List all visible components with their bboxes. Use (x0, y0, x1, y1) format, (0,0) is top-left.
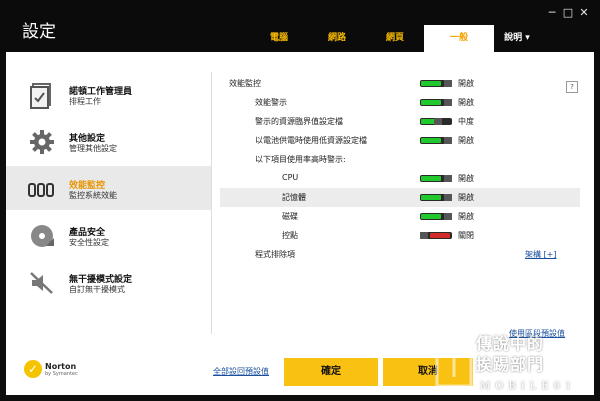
tab-computer[interactable]: 電腦 (250, 25, 308, 52)
norton-brand: Norton (45, 361, 77, 371)
tab-help[interactable]: 說明 ▾ (494, 25, 540, 52)
norton-brand-sub: by Symantec (45, 370, 78, 377)
reset-all-link[interactable]: 全部設回預設值 (213, 366, 269, 377)
task-manager-icon (30, 83, 51, 109)
norton-logo: ✓ Norton by Symantec (24, 360, 78, 378)
setting-label: 效能警示 (255, 98, 287, 107)
configure-link[interactable]: 架構 [+] (525, 249, 557, 260)
minimize-icon[interactable]: ─ (546, 7, 558, 19)
tab-web[interactable]: 網頁 (366, 25, 424, 52)
setting-state: 開啟 (458, 212, 474, 221)
setting-label: 以電池供電時使用低資源設定檔 (255, 136, 367, 145)
help-icon[interactable]: ? (566, 81, 578, 93)
setting-row-exclusions: 程式排除項 架構 [+] (220, 245, 580, 264)
setting-state: 開啟 (458, 174, 474, 183)
sidebar-item-silent-mode[interactable]: 無干擾模式設定 自訂無干擾模式 (6, 260, 211, 304)
setting-row-alert-header: 以下項目使用率高時警示: (220, 150, 580, 169)
window-controls: ─ □ ✕ (546, 7, 590, 19)
setting-state: 開啟 (458, 193, 474, 202)
tab-network[interactable]: 網路 (308, 25, 366, 52)
sidebar-item-subtitle: 自訂無干擾模式 (69, 285, 125, 294)
cancel-button[interactable]: 取消 (383, 358, 473, 386)
setting-label: 警示的資源臨界值設定檔 (255, 117, 343, 126)
sidebar: 諾頓工作管理員 排程工作 其他設定 管理其他設定 效能監控 監控系統效能 產品安… (6, 72, 211, 307)
sidebar-item-other-settings[interactable]: 其他設定 管理其他設定 (6, 119, 211, 163)
title-bar: 設定 ─ □ ✕ 電腦 網路 網頁 一般 說明 ▾ (0, 0, 600, 52)
silent-mode-icon (30, 272, 53, 294)
sidebar-item-performance[interactable]: 效能監控 監控系統效能 (6, 166, 211, 210)
setting-row-battery-profile: 以電池供電時使用低資源設定檔 開啟 (220, 131, 580, 150)
disc-icon (31, 225, 54, 247)
divider (211, 72, 212, 334)
toggle-switch[interactable] (420, 175, 452, 182)
setting-label: 程式排除項 (255, 250, 295, 259)
setting-label: 以下項目使用率高時警示: (255, 155, 346, 164)
sidebar-item-subtitle: 排程工作 (69, 97, 101, 106)
toggle-switch[interactable] (420, 194, 452, 201)
gear-icon (30, 130, 54, 154)
setting-row-cpu: CPU 開啟 (220, 169, 580, 188)
sidebar-item-product-security[interactable]: 產品安全 安全性設定 (6, 213, 211, 257)
setting-row-performance-alert: 效能警示 開啟 (220, 93, 580, 112)
toggle-switch[interactable] (420, 118, 452, 125)
setting-label: CPU (282, 173, 299, 182)
setting-state: 中度 (458, 117, 474, 126)
setting-state: 開啟 (458, 79, 474, 88)
settings-content: 諾頓工作管理員 排程工作 其他設定 管理其他設定 效能監控 監控系統效能 產品安… (6, 52, 594, 395)
setting-state: 關閉 (458, 231, 474, 240)
tab-general[interactable]: 一般 (424, 25, 494, 52)
toggle-switch[interactable] (420, 232, 452, 239)
toggle-switch[interactable] (420, 213, 452, 220)
sidebar-item-task-manager[interactable]: 諾頓工作管理員 排程工作 (6, 72, 211, 116)
toggle-switch[interactable] (420, 137, 452, 144)
norton-wordmark: Norton by Symantec (45, 362, 78, 377)
sidebar-item-subtitle: 安全性設定 (69, 238, 109, 247)
sidebar-item-subtitle: 監控系統效能 (69, 191, 117, 200)
setting-label: 記憶體 (282, 193, 306, 202)
tab-bar: 電腦 網路 網頁 一般 說明 ▾ (250, 25, 540, 52)
setting-row-memory: 記憶體 開啟 (220, 188, 580, 207)
setting-state: 開啟 (458, 136, 474, 145)
setting-label: 磁碟 (282, 212, 298, 221)
setting-label: 控點 (282, 231, 298, 240)
window-title: 設定 (22, 22, 56, 42)
toggle-switch[interactable] (420, 80, 452, 87)
setting-row-performance-monitor: 效能監控 開啟 ? (220, 74, 580, 93)
ok-button[interactable]: 確定 (284, 358, 378, 386)
setting-row-threshold-profile: 警示的資源臨界值設定檔 中度 (220, 112, 580, 131)
setting-row-disk: 磁碟 開啟 (220, 207, 580, 226)
sidebar-item-subtitle: 管理其他設定 (69, 144, 117, 153)
close-icon[interactable]: ✕ (578, 7, 590, 19)
setting-row-handles: 控點 關閉 (220, 226, 580, 245)
setting-label: 效能監控 (229, 79, 261, 88)
use-section-defaults-link[interactable]: 使用區段預設值 (509, 328, 565, 339)
setting-state: 開啟 (458, 98, 474, 107)
toggle-switch[interactable] (420, 99, 452, 106)
settings-panel: 效能監控 開啟 ? 效能警示 開啟 警示的資源臨界值設定檔 中度 以電池供電時使… (220, 74, 580, 264)
performance-icon (28, 183, 54, 197)
maximize-icon[interactable]: □ (562, 7, 574, 19)
norton-check-icon: ✓ (24, 360, 42, 378)
